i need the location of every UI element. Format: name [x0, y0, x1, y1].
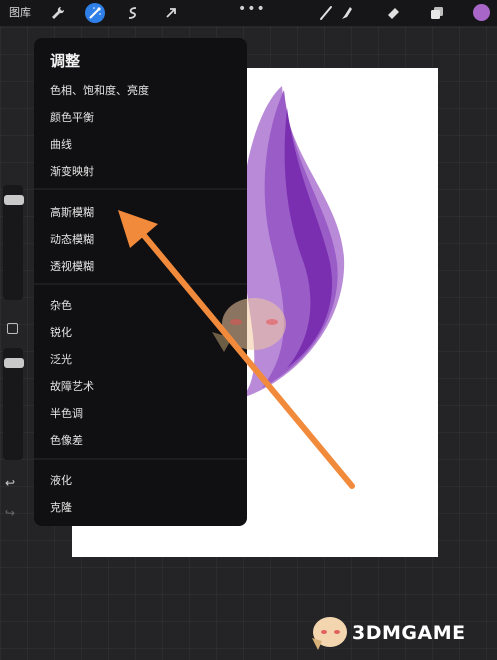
top-toolbar: 图库 ••• [0, 0, 497, 26]
eraser-icon[interactable] [383, 3, 403, 23]
brush-size-handle[interactable] [4, 195, 24, 205]
mascot-watermark [212, 298, 286, 352]
menu-divider [34, 283, 247, 285]
menu-item-noise[interactable]: 杂色 [50, 297, 72, 313]
modify-button[interactable] [7, 323, 18, 334]
opacity-slider[interactable] [3, 348, 24, 460]
layers-icon[interactable] [427, 3, 447, 23]
menu-divider [34, 188, 247, 190]
menu-item-sharpen[interactable]: 锐化 [50, 324, 72, 340]
menu-item-gradient-map[interactable]: 渐变映射 [50, 163, 94, 179]
menu-item-hue-saturation-brightness[interactable]: 色相、饱和度、亮度 [50, 82, 149, 98]
menu-item-perspective-blur[interactable]: 透视模糊 [50, 258, 94, 274]
menu-item-halftone[interactable]: 半色调 [50, 405, 83, 421]
transform-icon[interactable] [161, 3, 181, 23]
left-sidebar: ↩ ↪ [0, 30, 28, 530]
menu-item-liquify[interactable]: 液化 [50, 472, 72, 488]
wrench-icon[interactable] [48, 3, 68, 23]
menu-item-motion-blur[interactable]: 动态模糊 [50, 231, 94, 247]
menu-item-bloom[interactable]: 泛光 [50, 351, 72, 367]
menu-item-gaussian-blur[interactable]: 高斯模糊 [50, 204, 94, 220]
menu-divider [34, 458, 247, 460]
magic-wand-icon[interactable] [85, 3, 105, 23]
gallery-button[interactable]: 图库 [9, 4, 31, 20]
opacity-handle[interactable] [4, 358, 24, 368]
more-menu[interactable]: ••• [238, 1, 266, 17]
menu-item-color-balance[interactable]: 颜色平衡 [50, 109, 94, 125]
menu-item-chromatic-aberration[interactable]: 色像差 [50, 432, 83, 448]
redo-button[interactable]: ↪ [5, 506, 15, 520]
smudge-icon[interactable] [336, 3, 356, 23]
watermark-text: 3DMGAME [352, 622, 466, 644]
brush-size-slider[interactable] [3, 185, 24, 300]
menu-item-glitch[interactable]: 故障艺术 [50, 378, 94, 394]
menu-item-curves[interactable]: 曲线 [50, 136, 72, 152]
menu-item-clone[interactable]: 克隆 [50, 499, 72, 515]
adjustments-menu: 调整 色相、饱和度、亮度 颜色平衡 曲线 渐变映射 高斯模糊 动态模糊 透视模糊… [34, 38, 247, 526]
undo-button[interactable]: ↩ [5, 476, 15, 490]
color-picker-swatch[interactable] [473, 4, 490, 21]
menu-title: 调整 [50, 52, 81, 70]
selection-icon[interactable] [123, 3, 143, 23]
brush-icon[interactable] [316, 3, 336, 23]
3dmgame-logo [312, 617, 347, 650]
